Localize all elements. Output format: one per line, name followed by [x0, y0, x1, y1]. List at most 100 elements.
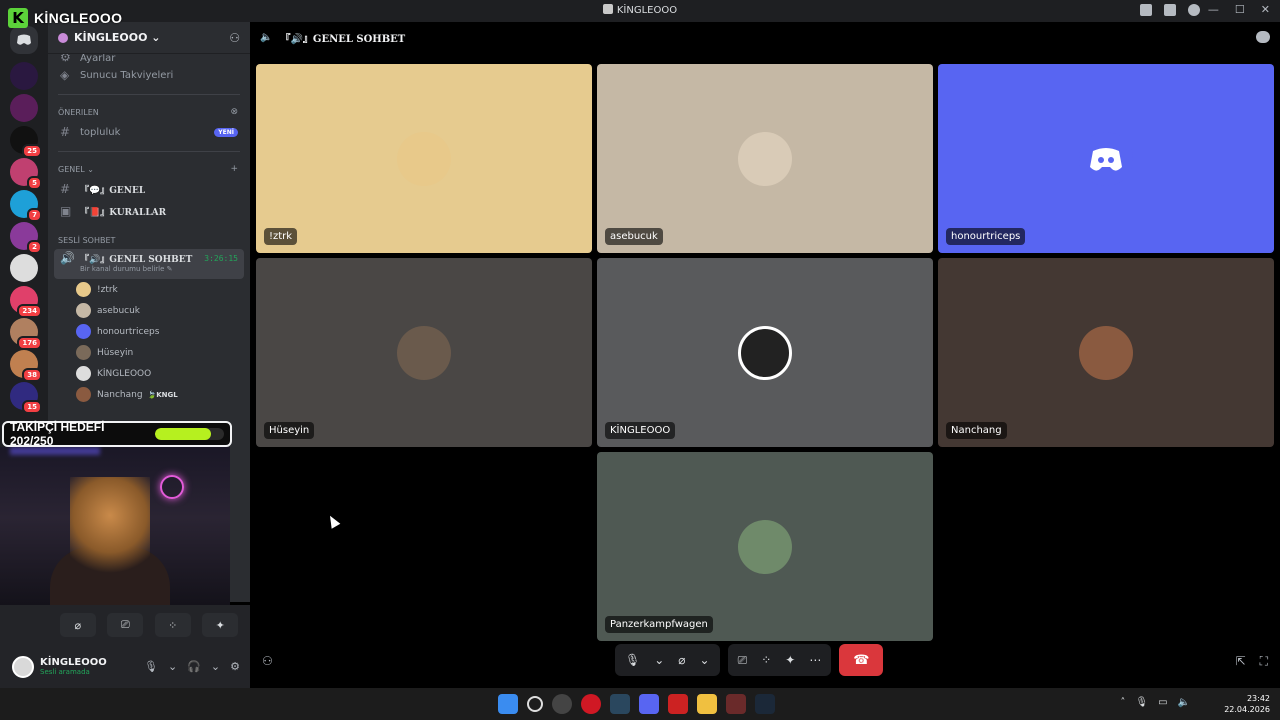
participant-tile[interactable]: !ztrk: [256, 64, 592, 253]
add-channel-icon[interactable]: +: [230, 164, 238, 174]
participant-tile[interactable]: KİNGLEOOO: [597, 258, 933, 447]
screen-share-icon[interactable]: ⎚: [738, 653, 748, 668]
screen-share-button[interactable]: ⎚: [107, 613, 144, 637]
settings-gear-icon[interactable]: ⚙: [230, 660, 240, 673]
start-icon[interactable]: [498, 694, 518, 714]
activity-controls: ⎚ ⁘ ✦ ⋯: [727, 644, 832, 676]
soundboard-icon[interactable]: ✦: [785, 653, 795, 667]
server-icon[interactable]: [10, 62, 38, 90]
call-toolbar: 🎙 ⌄ ⌀ ⌄ ⎚ ⁘ ✦ ⋯ ☎: [615, 644, 884, 676]
voice-member[interactable]: honourtriceps: [76, 321, 250, 342]
activities-icon[interactable]: ⁘: [761, 653, 771, 667]
maximize-button[interactable]: ☐: [1235, 3, 1245, 16]
dismiss-icon[interactable]: ⊗: [230, 107, 238, 117]
steam-icon[interactable]: [610, 694, 630, 714]
browser-icon[interactable]: [552, 694, 572, 714]
participant-tile[interactable]: honourtriceps: [938, 64, 1274, 253]
channel-status[interactable]: Bir kanal durumu belirle ✎: [80, 265, 238, 273]
volume-icon[interactable]: 🔈: [1178, 697, 1190, 708]
voice-member[interactable]: !ztrk: [76, 279, 250, 300]
voice-member[interactable]: Nanchang 🍃KNGL: [76, 384, 250, 405]
server-boosts-row[interactable]: ◈ Sunucu Takviyeleri: [54, 64, 244, 86]
chevron-up-icon[interactable]: ˄: [1120, 697, 1125, 708]
chevron-down-icon[interactable]: ⌄: [700, 653, 710, 667]
help-icon[interactable]: [1188, 4, 1200, 16]
voice-member[interactable]: KİNGLEOOO: [76, 363, 250, 384]
channel-kurallar[interactable]: ▣ 『📕』KURALLAR: [54, 200, 244, 222]
channel-genel[interactable]: # 『💬』GENEL: [54, 178, 244, 200]
av-controls: 🎙 ⌄ ⌀ ⌄: [615, 644, 720, 676]
channel-topluluk[interactable]: # topluluk YENİ: [54, 121, 244, 143]
camera-off-icon[interactable]: ⌀: [678, 653, 685, 667]
voice-member-list: !ztrk asebucuk honourtriceps Hüseyin KİNGLEO…: [48, 279, 250, 405]
chat-bubble-icon[interactable]: [1256, 31, 1270, 43]
unread-badge: 2: [27, 240, 42, 254]
folder-icon[interactable]: [697, 694, 717, 714]
participant-tile[interactable]: asebucuk: [597, 64, 933, 253]
avatar[interactable]: [12, 655, 34, 678]
unread-badge: 234: [17, 304, 42, 318]
microphone-icon[interactable]: 🎙: [625, 653, 640, 667]
server-icon[interactable]: 234: [10, 286, 42, 318]
server-icon[interactable]: 7: [10, 190, 42, 222]
chevron-down-icon[interactable]: ⌄: [168, 660, 177, 673]
server-icon[interactable]: 15: [10, 382, 42, 414]
app-icon[interactable]: [668, 694, 688, 714]
user-status: Sesli aramada: [40, 668, 90, 676]
discord-taskbar-icon[interactable]: [639, 694, 659, 714]
participant-name: asebucuk: [605, 228, 663, 245]
server-icon[interactable]: [10, 94, 38, 122]
invite-icon[interactable]: ⚇: [229, 31, 240, 45]
server-icon[interactable]: 38: [10, 350, 42, 382]
unread-badge: 15: [22, 400, 42, 414]
inbox-icon[interactable]: [1164, 4, 1176, 16]
chevron-down-icon[interactable]: ⌄: [654, 653, 664, 667]
bookmark-icon[interactable]: [1140, 4, 1152, 16]
server-icon[interactable]: 5: [10, 158, 42, 190]
close-button[interactable]: ✕: [1261, 3, 1270, 16]
settings-row-partial[interactable]: ⚙ Ayarlar: [54, 54, 244, 64]
voice-member[interactable]: Hüseyin: [76, 342, 250, 363]
overlay-letter: K: [8, 8, 28, 28]
member-name: Hüseyin: [97, 347, 134, 358]
avatar: [76, 345, 91, 360]
voice-member[interactable]: asebucuk: [76, 300, 250, 321]
boost-icon: ◈: [60, 68, 70, 82]
server-icon[interactable]: 25: [10, 126, 42, 158]
participant-tile[interactable]: Panzerkampfwagen: [597, 452, 933, 641]
microphone-icon[interactable]: 🎙: [144, 660, 158, 673]
speaker-icon: 🔈: [260, 31, 273, 43]
server-icon[interactable]: [10, 254, 38, 282]
more-icon[interactable]: ⋯: [809, 653, 821, 667]
server-icon[interactable]: 2: [10, 222, 42, 254]
clock[interactable]: 23:42 22.04.2026: [1224, 693, 1270, 715]
participant-tile[interactable]: Nanchang: [938, 258, 1274, 447]
camera-off-button[interactable]: ⌀: [59, 613, 96, 637]
call-header: 🔈 『🔊』GENEL SOHBET: [250, 22, 1280, 52]
disconnect-button[interactable]: ☎: [839, 644, 884, 676]
steam-icon[interactable]: [755, 694, 775, 714]
participant-tile[interactable]: Hüseyin: [256, 258, 592, 447]
general-category[interactable]: GENEL ⌄ +: [58, 164, 250, 174]
home-button[interactable]: [10, 26, 38, 54]
activities-button[interactable]: ⁘: [154, 613, 191, 637]
chevron-down-icon[interactable]: ⌄: [211, 660, 220, 673]
participant-name: Hüseyin: [264, 422, 315, 439]
opera-icon[interactable]: [581, 694, 601, 714]
valorant-icon[interactable]: [726, 694, 746, 714]
server-icon[interactable]: 176: [10, 318, 42, 350]
divider: [58, 94, 240, 95]
search-icon[interactable]: [527, 696, 543, 712]
voice-channel-genel-sohbet[interactable]: 🔊 『🔊』GENEL SOHBET 3:26:15 Bir kanal duru…: [54, 249, 244, 279]
minimize-button[interactable]: —: [1208, 3, 1219, 16]
soundboard-button[interactable]: ✦: [202, 613, 239, 637]
overlay-name: KİNGLEOOO: [34, 10, 123, 26]
headphones-icon[interactable]: 🎧: [187, 660, 201, 673]
avatar: [76, 282, 91, 297]
popout-icon[interactable]: ⇱: [1236, 654, 1246, 669]
display-icon[interactable]: ▭: [1158, 697, 1167, 708]
voice-category[interactable]: SESLİ SOHBET: [58, 236, 250, 245]
microphone-icon[interactable]: 🎙: [1135, 697, 1148, 708]
add-people-icon[interactable]: ⚇: [262, 654, 273, 668]
fullscreen-icon[interactable]: ⛶: [1260, 654, 1268, 669]
